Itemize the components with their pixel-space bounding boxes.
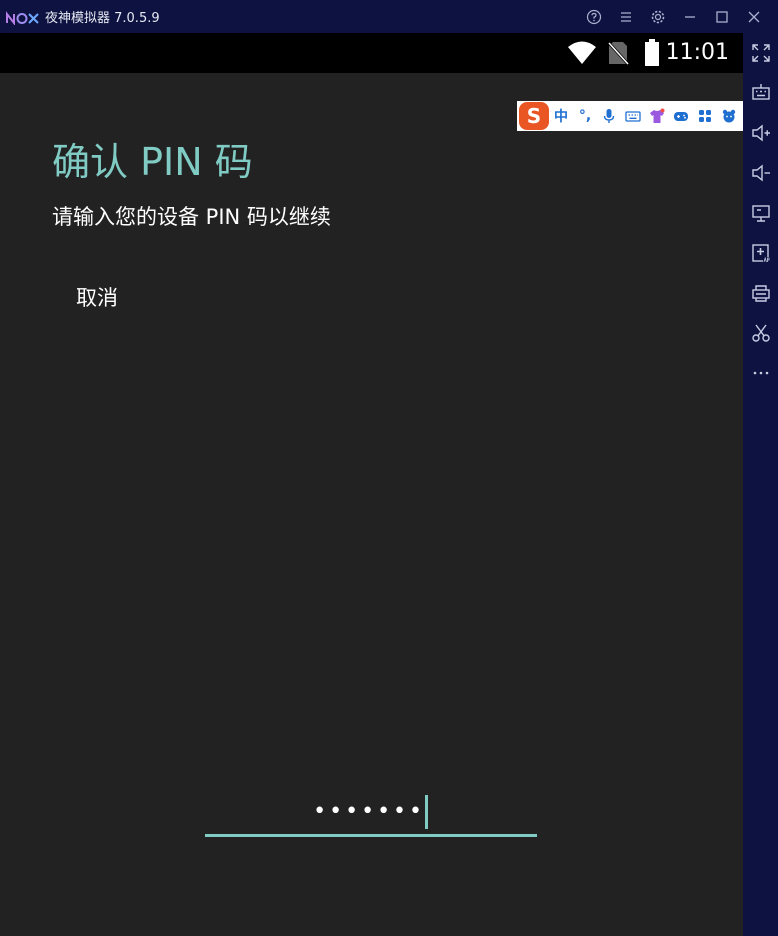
settings-icon[interactable]	[642, 0, 674, 33]
window-controls	[578, 0, 770, 33]
more-icon[interactable]	[743, 355, 778, 391]
volume-up-icon[interactable]	[743, 115, 778, 151]
add-apk-icon[interactable]	[743, 235, 778, 271]
ime-toolbar: S 中 °,	[517, 101, 743, 131]
menu-icon[interactable]	[610, 0, 642, 33]
pin-input-underline	[205, 834, 537, 837]
close-icon[interactable]	[738, 0, 770, 33]
no-sim-icon	[604, 33, 632, 73]
emulator-sidebar	[743, 33, 778, 936]
screen-icon[interactable]	[743, 195, 778, 231]
fullscreen-icon[interactable]	[743, 35, 778, 71]
ime-chinese-mode[interactable]: 中	[549, 102, 573, 130]
printer-icon[interactable]	[743, 275, 778, 311]
status-clock: 11:01	[665, 40, 729, 65]
volume-down-icon[interactable]	[743, 155, 778, 191]
keyboard-icon[interactable]	[743, 75, 778, 111]
grid-icon[interactable]	[693, 102, 717, 130]
text-cursor	[425, 795, 428, 829]
scissors-icon[interactable]	[743, 315, 778, 351]
minimize-icon[interactable]	[674, 0, 706, 33]
page-title: 确认 PIN 码	[52, 140, 253, 184]
nox-logo-icon	[6, 10, 40, 26]
microphone-icon[interactable]	[597, 102, 621, 130]
battery-icon	[640, 33, 664, 73]
status-bar: 11:01	[0, 33, 743, 73]
maximize-icon[interactable]	[706, 0, 738, 33]
keyboard-icon[interactable]	[621, 102, 645, 130]
android-screen: 11:01 S 中 °, 确认 PIN 码 请输入您的设备 PIN 码以继续 取…	[0, 33, 743, 936]
ime-punctuation[interactable]: °,	[573, 102, 597, 130]
window-titlebar: 夜神模拟器 7.0.5.9	[0, 0, 778, 33]
cancel-button[interactable]: 取消	[58, 276, 136, 318]
pin-input[interactable]: •••••••	[205, 789, 537, 837]
wifi-icon	[566, 33, 598, 73]
page-subtitle: 请输入您的设备 PIN 码以继续	[52, 205, 331, 229]
gamepad-icon[interactable]	[669, 102, 693, 130]
tshirt-icon[interactable]	[645, 102, 669, 130]
sogou-logo-icon[interactable]: S	[519, 102, 549, 130]
pin-masked-value: •••••••	[313, 799, 425, 824]
help-icon[interactable]	[578, 0, 610, 33]
bear-icon[interactable]	[717, 102, 741, 130]
window-title: 夜神模拟器 7.0.5.9	[45, 11, 160, 26]
